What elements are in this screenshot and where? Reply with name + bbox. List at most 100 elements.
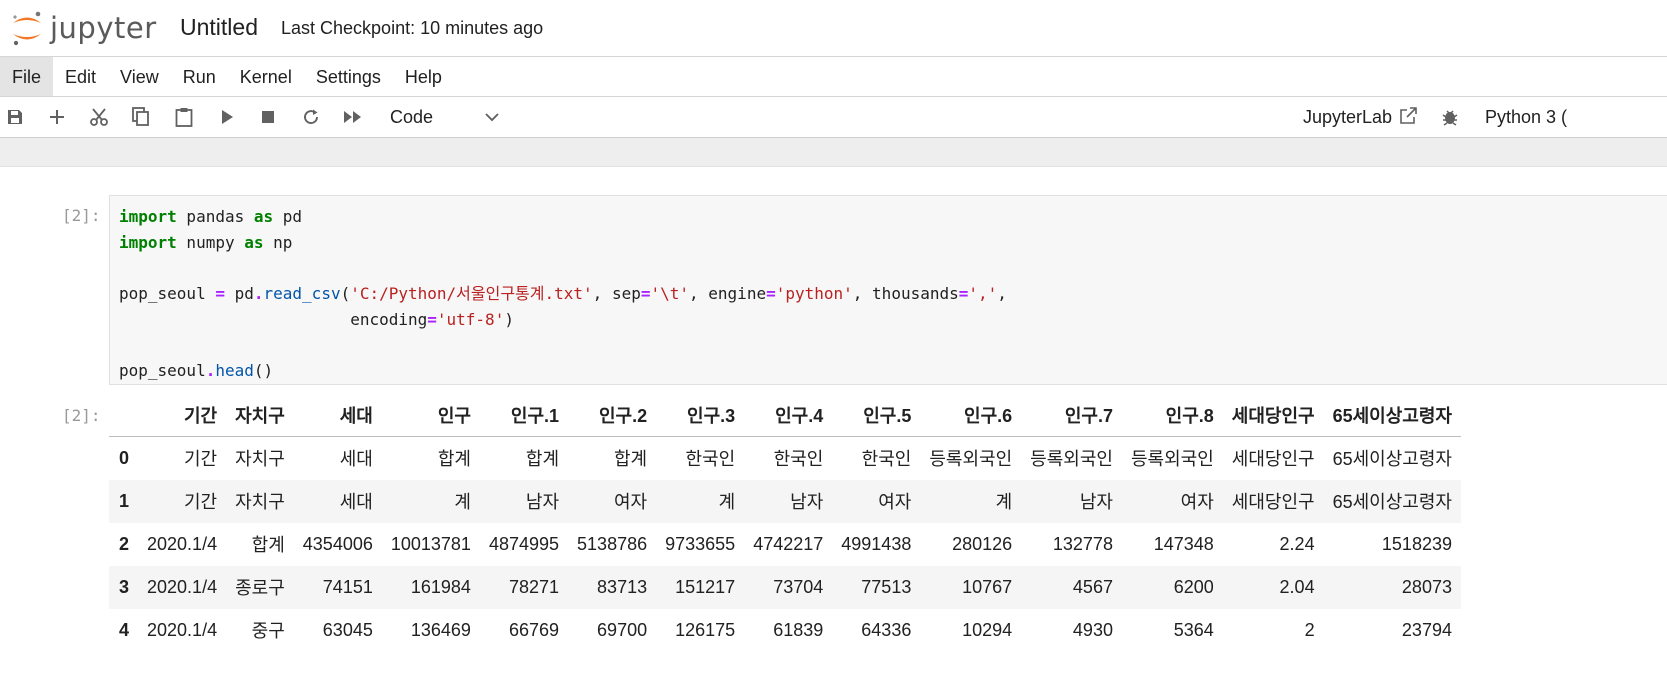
column-header: 인구.2: [568, 394, 657, 437]
table-cell: 73704: [773, 576, 824, 597]
table-cell: 280126: [952, 533, 1013, 554]
menu-edit[interactable]: Edit: [53, 57, 108, 96]
table-row: 2 2020.1/4 합계 4354006 10013781 4874995 5…: [109, 523, 1461, 566]
column-header: 인구.6: [920, 394, 1022, 437]
column-header: [109, 394, 139, 437]
table-cell: 4742217: [753, 533, 824, 554]
table-cell: 세대: [339, 492, 373, 512]
table-cell: 78271: [508, 576, 560, 597]
table-cell: 등록외국인: [1130, 449, 1214, 470]
table-cell: 2020.1/4: [147, 576, 218, 597]
table-cell: 65세이상고령자: [1332, 492, 1452, 512]
table-cell: 세대당인구: [1231, 492, 1315, 512]
stop-icon[interactable]: [257, 106, 279, 128]
cell-type-select[interactable]: Code: [390, 105, 505, 129]
table-cell: 계: [454, 492, 471, 512]
menu-file[interactable]: File: [0, 57, 54, 96]
checkpoint-status: Last Checkpoint: 10 minutes ago: [281, 18, 544, 38]
table-cell: 2.24: [1279, 533, 1315, 554]
save-icon[interactable]: [4, 106, 26, 128]
table-cell: 남자: [790, 492, 824, 512]
table-cell: 69700: [597, 619, 648, 640]
column-header: 인구.4: [744, 394, 833, 437]
table-cell: 등록외국인: [1030, 449, 1113, 470]
table-cell: 28073: [1401, 576, 1452, 597]
kernel-name[interactable]: Python 3 (: [1485, 105, 1567, 129]
table-cell: 10767: [962, 576, 1013, 597]
table-cell: 4567: [1072, 576, 1113, 597]
code-cell-input[interactable]: import pandas as pd import numpy as np p…: [109, 195, 1667, 385]
row-index: 2: [119, 533, 130, 554]
table-row: 4 2020.1/4 중구 63045 136469 66769 69700 1…: [109, 609, 1461, 652]
input-prompt: [2]:: [62, 206, 101, 225]
table-cell: 2: [1304, 619, 1315, 640]
copy-icon[interactable]: [130, 106, 152, 128]
table-cell: 74151: [322, 576, 373, 597]
menu-help[interactable]: Help: [393, 57, 454, 96]
table-cell: 한국인: [773, 449, 824, 470]
table-cell: 147348: [1153, 533, 1214, 554]
dataframe-output: 기간 자치구 세대 인구 인구.1 인구.2 인구.3 인구.4 인구.5 인구…: [109, 394, 1461, 652]
table-header-row: 기간 자치구 세대 인구 인구.1 인구.2 인구.3 인구.4 인구.5 인구…: [109, 394, 1461, 437]
table-cell: 남자: [525, 492, 560, 512]
table-cell: 여자: [878, 492, 912, 512]
table-cell: 4991438: [841, 533, 912, 554]
table-cell: 계: [718, 492, 736, 512]
table-cell: 64336: [861, 619, 912, 640]
table-cell: 161984: [410, 576, 471, 597]
table-cell: 5138786: [577, 533, 648, 554]
fast-forward-icon[interactable]: [342, 106, 364, 128]
table-cell: 63045: [322, 619, 373, 640]
table-cell: 합계: [437, 449, 471, 470]
column-header: 세대: [293, 394, 382, 437]
add-cell-icon[interactable]: [46, 106, 68, 128]
table-cell: 여자: [613, 492, 648, 512]
external-link-icon: [1400, 107, 1417, 124]
table-cell: 중구: [251, 621, 285, 641]
table-cell: 한국인: [685, 449, 736, 470]
table-cell: 자치구: [235, 449, 285, 470]
row-index: 4: [119, 619, 130, 640]
menu-run[interactable]: Run: [171, 57, 228, 96]
menu-bar: File Edit View Run Kernel Settings Help: [0, 57, 1667, 97]
table-cell: 126175: [675, 619, 736, 640]
table-cell: 세대: [339, 449, 373, 470]
table-cell: 합계: [525, 449, 560, 470]
bug-icon[interactable]: [1439, 106, 1461, 128]
column-header: 인구.7: [1021, 394, 1122, 437]
notebook-title[interactable]: Untitled: [180, 14, 258, 41]
table-cell: 83713: [597, 576, 648, 597]
table-cell: 자치구: [235, 492, 285, 512]
menu-view[interactable]: View: [108, 57, 171, 96]
row-index: 0: [119, 447, 130, 468]
table-cell: 136469: [410, 619, 471, 640]
jupyter-logo-icon: [13, 11, 41, 46]
table-cell: 한국인: [861, 449, 912, 470]
notebook-toolbar: Code JupyterLab Python 3 (: [0, 97, 1667, 138]
run-icon[interactable]: [216, 106, 238, 128]
jupyterlab-label: JupyterLab: [1303, 107, 1393, 127]
menu-settings[interactable]: Settings: [304, 57, 393, 96]
table-cell: 등록외국인: [929, 449, 1013, 470]
logo-text: jupyter: [50, 11, 157, 45]
table-cell: 66769: [508, 619, 560, 640]
table-cell: 합계: [251, 535, 285, 555]
code-text: import pandas as pd import numpy as np p…: [119, 207, 1007, 381]
table-cell: 10294: [962, 619, 1013, 640]
column-header: 인구.3: [656, 394, 745, 437]
paste-icon[interactable]: [173, 106, 195, 128]
jupyterlab-link[interactable]: JupyterLab: [1303, 105, 1417, 129]
table-cell: 77513: [861, 576, 912, 597]
column-header: 65세이상고령자: [1323, 394, 1461, 437]
table-cell: 61839: [773, 619, 824, 640]
column-header: 인구.5: [832, 394, 921, 437]
chevron-down-icon: [485, 105, 501, 129]
restart-icon[interactable]: [300, 106, 322, 128]
cut-icon[interactable]: [88, 106, 110, 128]
table-cell: 151217: [675, 576, 736, 597]
table-cell: 4874995: [488, 533, 560, 554]
row-index: 1: [119, 490, 130, 511]
menu-kernel[interactable]: Kernel: [228, 57, 304, 96]
jupyter-logo[interactable]: jupyter: [10, 4, 157, 52]
table-cell: 132778: [1052, 533, 1113, 554]
